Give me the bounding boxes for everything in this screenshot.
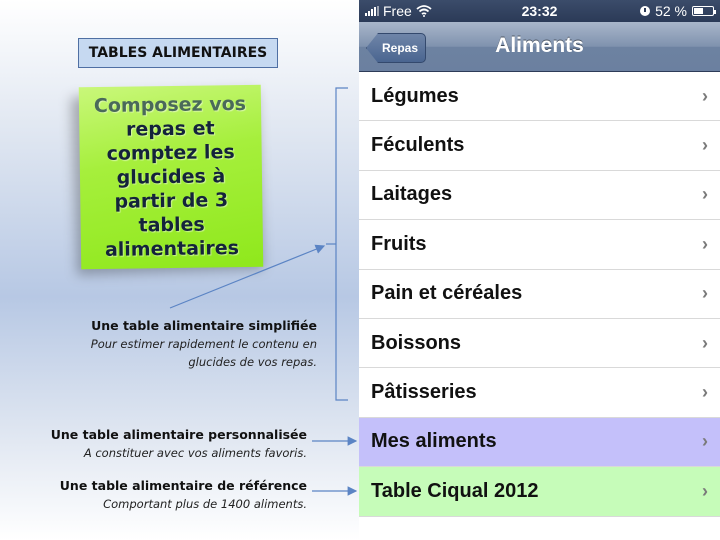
chevron-right-icon: › <box>702 382 708 403</box>
list-item-label: Table Ciqual 2012 <box>371 479 539 502</box>
sticky-line: repas et <box>125 117 215 141</box>
sticky-line: glucides à <box>116 165 226 189</box>
chevron-right-icon: › <box>702 135 708 156</box>
list-item[interactable]: Féculents › <box>359 121 720 171</box>
chevron-right-icon: › <box>702 480 708 501</box>
description-text: glucides de vos repas. <box>188 355 317 369</box>
list-item-mes-aliments[interactable]: Mes aliments › <box>359 417 720 468</box>
list-item-label: Mes aliments <box>371 430 497 453</box>
description-personalized: Une table alimentaire personnalisée A co… <box>7 426 307 462</box>
sticky-line: comptez les <box>106 141 235 165</box>
phone-screen: Free 23:32 52 % Repas Aliments Légumes ›… <box>359 0 720 540</box>
food-category-list: Légumes › Féculents › Laitages › Fruits … <box>359 72 720 517</box>
list-item-label: Pâtisseries <box>371 381 477 404</box>
chevron-right-icon: › <box>702 283 708 304</box>
list-item[interactable]: Pain et céréales › <box>359 269 720 319</box>
description-simplified: Une table alimentaire simplifiée Pour es… <box>17 317 317 371</box>
battery-icon <box>692 6 716 16</box>
list-item-label: Fruits <box>371 232 427 255</box>
chevron-right-icon: › <box>702 431 708 452</box>
bracket <box>335 87 348 401</box>
nav-title: Aliments <box>495 34 584 57</box>
alarm-clock-icon <box>640 6 651 16</box>
sticky-line: alimentaires <box>104 237 240 261</box>
list-item-label: Laitages <box>371 183 453 206</box>
sticky-note-text: Composez vos repas et comptez les glucid… <box>94 92 248 262</box>
chevron-right-icon: › <box>702 332 708 353</box>
list-item-label: Légumes <box>371 84 459 107</box>
description-reference: Une table alimentaire de référence Compo… <box>7 477 307 513</box>
navigation-bar: Repas Aliments <box>359 22 720 72</box>
sticky-line: partir de 3 <box>114 189 229 213</box>
list-item-label: Pain et céréales <box>371 282 523 305</box>
slide-title: TABLES ALIMENTAIRES <box>78 38 278 68</box>
list-item[interactable]: Fruits › <box>359 220 720 270</box>
sticky-line: Composez vos <box>93 92 247 118</box>
chevron-right-icon: › <box>702 233 708 254</box>
list-item-label: Boissons <box>371 331 462 354</box>
status-bar: Free 23:32 52 % <box>359 0 720 22</box>
list-item[interactable]: Pâtisseries › <box>359 368 720 418</box>
description-heading: Une table alimentaire simplifiée <box>91 318 317 333</box>
sticky-line: tables <box>138 213 205 237</box>
description-text: A constituer avec vos aliments favoris. <box>83 446 307 460</box>
list-item-table-ciqual[interactable]: Table Ciqual 2012 › <box>359 467 720 517</box>
description-text: Pour estimer rapidement le contenu en <box>90 337 317 351</box>
status-right: 52 % <box>640 3 716 19</box>
chevron-right-icon: › <box>702 184 708 205</box>
sticky-note: Composez vos repas et comptez les glucid… <box>78 84 264 270</box>
description-heading: Une table alimentaire personnalisée <box>50 427 307 442</box>
list-item[interactable]: Légumes › <box>359 72 720 122</box>
description-text: Comportant plus de 1400 aliments. <box>103 497 307 511</box>
battery-percent: 52 % <box>655 3 687 19</box>
list-item[interactable]: Boissons › <box>359 318 720 369</box>
list-item[interactable]: Laitages › <box>359 170 720 221</box>
chevron-right-icon: › <box>702 85 708 106</box>
description-heading: Une table alimentaire de référence <box>59 478 307 493</box>
list-item-label: Féculents <box>371 134 465 157</box>
